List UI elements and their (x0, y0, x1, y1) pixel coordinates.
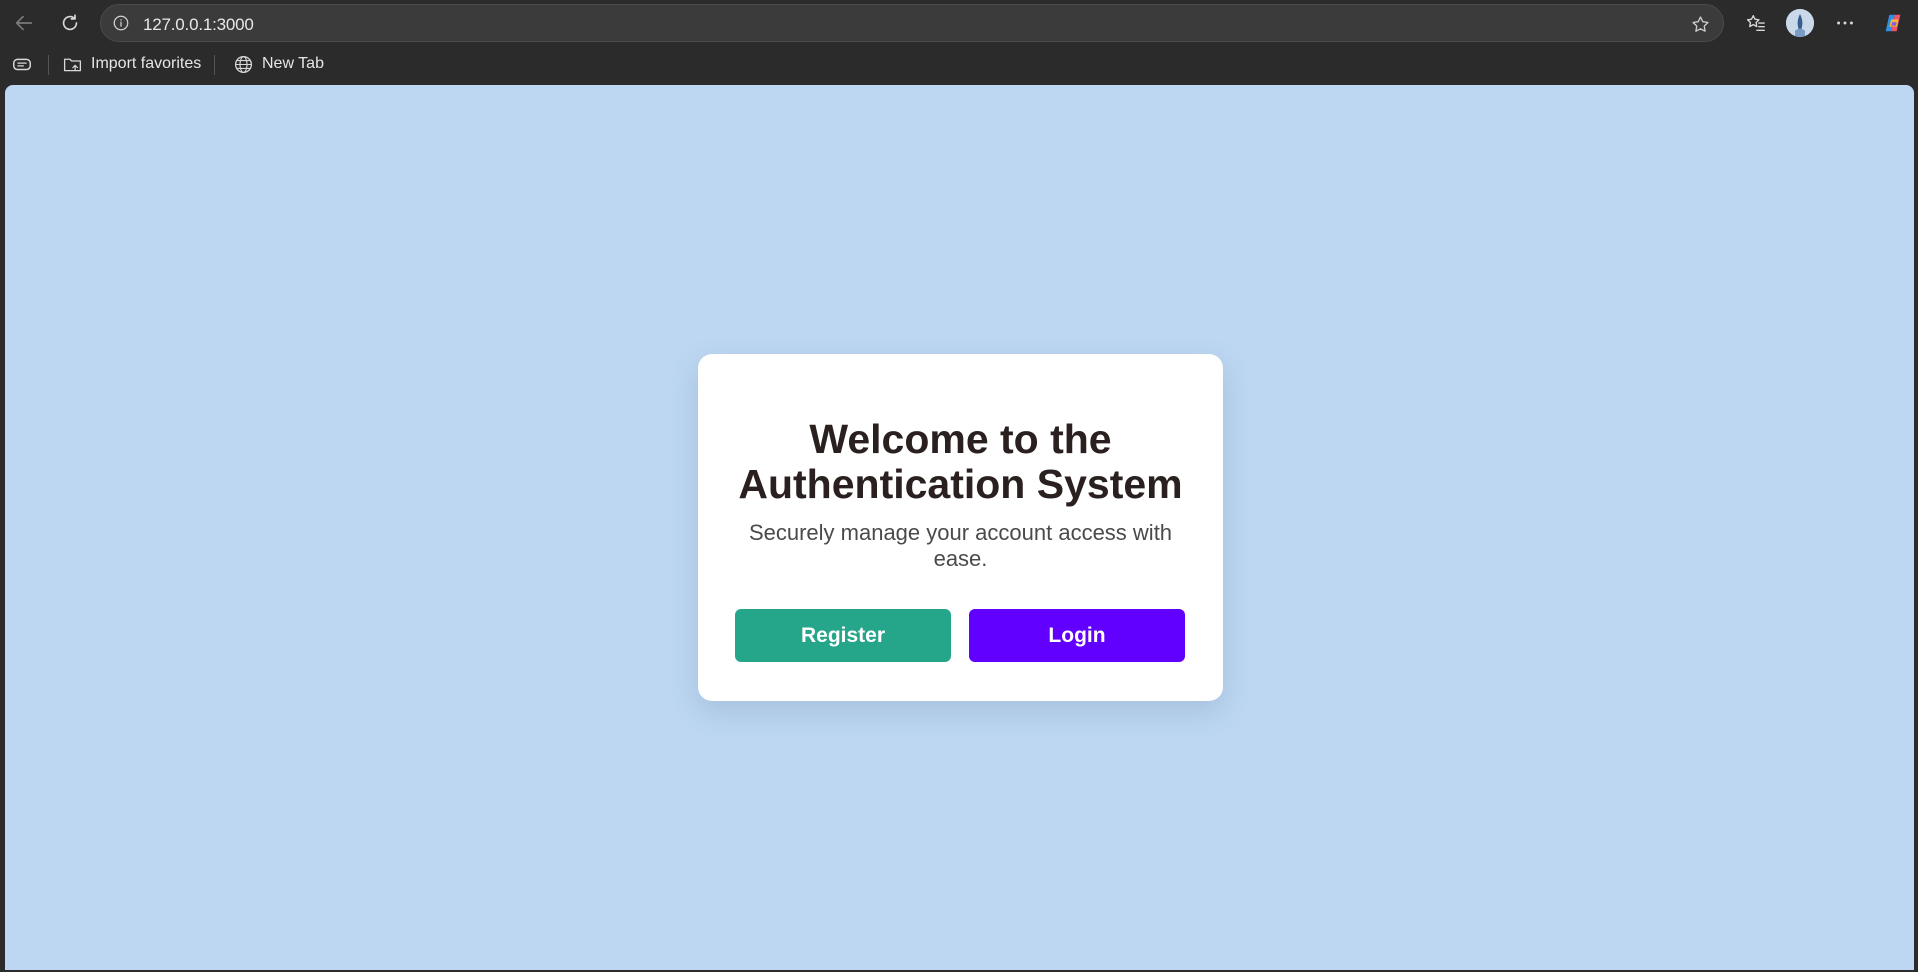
address-bar[interactable]: 127.0.0.1:3000 (100, 4, 1724, 42)
favorites-bar: Import favorites New Tab (0, 45, 1918, 84)
more-dots-icon (1837, 21, 1853, 25)
login-button[interactable]: Login (969, 609, 1185, 662)
page-subtitle: Securely manage your account access with… (748, 520, 1173, 571)
profile-avatar[interactable] (1786, 9, 1814, 37)
profile-picture-icon (1786, 9, 1814, 37)
browser-toolbar: 127.0.0.1:3000 (0, 0, 1918, 45)
favorites-button[interactable] (1740, 7, 1772, 39)
copilot-button[interactable] (1877, 7, 1909, 39)
welcome-card: Welcome to the Authentication System Sec… (698, 354, 1223, 701)
copilot-icon (1885, 14, 1901, 32)
import-favorites-label: Import favorites (91, 55, 202, 72)
back-button[interactable] (8, 7, 40, 39)
globe-icon (234, 55, 253, 73)
reload-button[interactable] (54, 7, 86, 39)
collections-icon (13, 58, 31, 71)
page-viewport: Welcome to the Authentication System Sec… (5, 85, 1914, 970)
reload-icon (62, 14, 78, 31)
new-tab-item[interactable]: New Tab (233, 51, 324, 77)
favorites-list-icon (1746, 14, 1765, 32)
new-tab-label: New Tab (262, 55, 324, 72)
browser-window: 127.0.0.1:3000 Import favorites New Tab … (0, 0, 1918, 972)
collections-button[interactable] (11, 51, 33, 77)
site-info-icon[interactable] (111, 13, 131, 33)
url-text[interactable]: 127.0.0.1:3000 (143, 15, 254, 35)
import-favorites-item[interactable]: Import favorites (62, 51, 201, 77)
favorite-star-icon[interactable] (1689, 13, 1711, 35)
divider (214, 55, 215, 75)
back-arrow-icon (15, 15, 33, 31)
folder-import-icon (63, 58, 82, 71)
more-options-button[interactable] (1829, 7, 1861, 39)
divider (48, 55, 49, 75)
register-button[interactable]: Register (735, 609, 951, 662)
page-title: Welcome to the Authentication System (738, 416, 1183, 507)
